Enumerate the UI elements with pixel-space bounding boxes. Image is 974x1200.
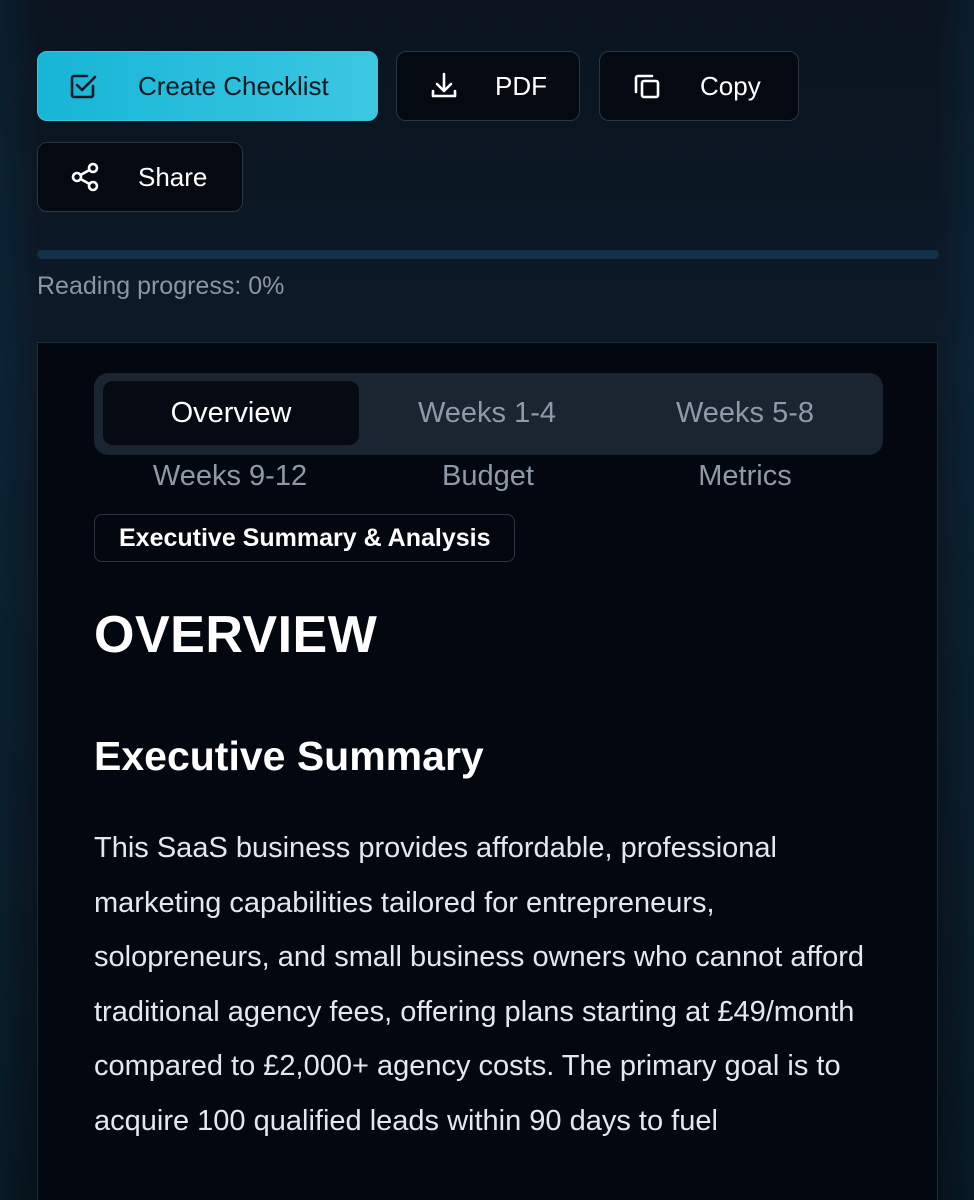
copy-label: Copy [700, 70, 761, 101]
download-icon [427, 69, 461, 103]
section-heading: Executive Summary [94, 733, 484, 779]
share-label: Share [138, 161, 208, 192]
reading-progress-bar [37, 250, 939, 259]
share-button[interactable]: Share [37, 142, 243, 212]
copy-icon [630, 69, 664, 103]
reading-progress-label: Reading progress: 0% [37, 272, 285, 300]
tab-weeks-1-4[interactable]: Weeks 1-4 [359, 381, 615, 445]
create-checklist-label: Create Checklist [138, 70, 329, 101]
copy-button[interactable]: Copy [599, 51, 799, 121]
tab-weeks-5-8[interactable]: Weeks 5-8 [615, 381, 875, 445]
create-checklist-button[interactable]: Create Checklist [37, 51, 378, 121]
tab-metrics[interactable]: Metrics [616, 451, 874, 501]
tab-weeks-9-12[interactable]: Weeks 9-12 [94, 451, 366, 501]
pdf-download-button[interactable]: PDF [396, 51, 580, 121]
tab-overview[interactable]: Overview [103, 381, 359, 445]
checkbox-icon [66, 69, 100, 103]
share-icon [68, 160, 102, 194]
pdf-label: PDF [495, 70, 547, 101]
summary-paragraph: This SaaS business provides affordable, … [94, 832, 865, 1137]
section-chip: Executive Summary & Analysis [94, 514, 516, 562]
page-title: OVERVIEW [94, 606, 378, 664]
content-card: Overview Weeks 1-4 Weeks 5-8 Weeks 9-12 … [37, 342, 938, 1200]
tab-bar: Overview Weeks 1-4 Weeks 5-8 [94, 373, 883, 455]
tab-budget[interactable]: Budget [360, 451, 616, 501]
